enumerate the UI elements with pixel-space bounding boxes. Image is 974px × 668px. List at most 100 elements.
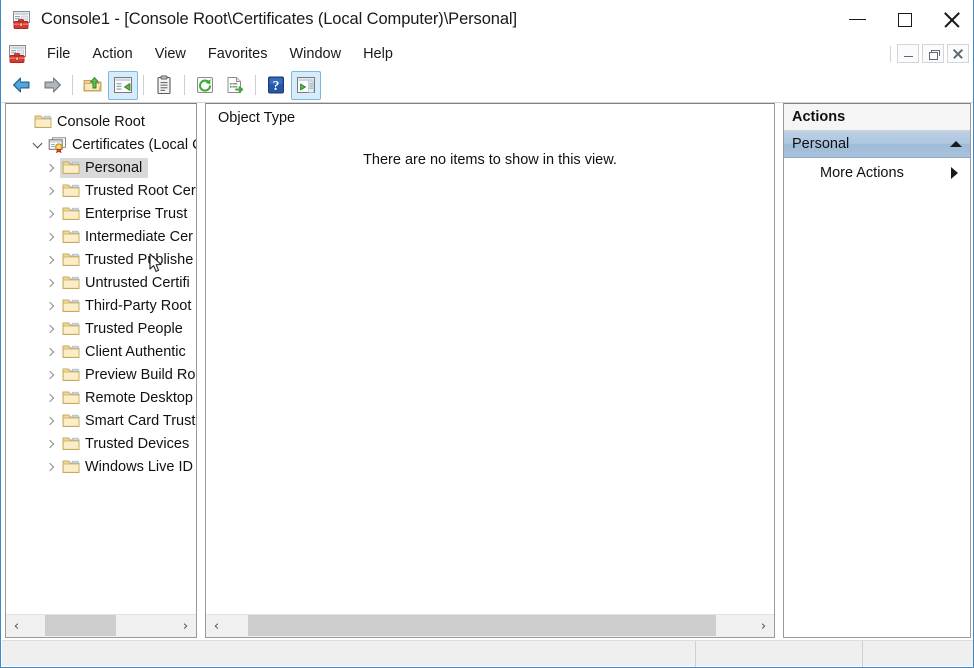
export-list-button[interactable]	[220, 71, 250, 100]
forward-button[interactable]	[37, 71, 67, 100]
menu-favorites[interactable]: Favorites	[197, 44, 279, 64]
chevron-right-icon	[951, 167, 958, 179]
help-button[interactable]: ?	[261, 71, 291, 100]
chevron-right-icon[interactable]	[42, 432, 60, 455]
menu-view[interactable]: View	[144, 44, 197, 64]
tree-scroll-track[interactable]	[27, 615, 175, 637]
chevron-right-icon[interactable]	[42, 248, 60, 271]
tree-node-trusted-root-cer[interactable]: Trusted Root Cer	[6, 179, 196, 202]
title-bar: Console1 - [Console Root\Certificates (L…	[1, 0, 974, 40]
tree-node-windows-live-id[interactable]: Windows Live ID	[6, 455, 196, 478]
mdi-restore-button[interactable]	[922, 44, 944, 63]
properties-button[interactable]	[149, 71, 179, 100]
show-action-pane-button[interactable]	[291, 71, 321, 100]
chevron-right-icon[interactable]	[42, 271, 60, 294]
tree-scroll-left-arrow[interactable]: ‹	[6, 615, 27, 637]
chevron-up-icon[interactable]	[950, 141, 962, 147]
window-controls	[834, 0, 974, 40]
chevron-right-icon[interactable]	[42, 294, 60, 317]
tree-node-label: Trusted Root Cer	[85, 183, 196, 199]
client-area: Console RootCertificates (Local C Persona…	[1, 103, 974, 668]
tree-node-preview-build-ro[interactable]: Preview Build Ro	[6, 363, 196, 386]
tree-node-content: Trusted Root Cer	[60, 181, 196, 201]
tree-node-remote-desktop[interactable]: Remote Desktop	[6, 386, 196, 409]
back-button[interactable]	[7, 71, 37, 100]
status-segment-1	[2, 641, 696, 667]
results-scroll-right-arrow[interactable]: ›	[753, 615, 774, 637]
minimize-button[interactable]	[834, 0, 881, 40]
tree-node-content: Console Root	[32, 112, 151, 132]
tree-scroll-thumb[interactable]	[45, 615, 116, 636]
tree-node-label: Trusted Devices	[85, 436, 189, 452]
tree-node-client-authentic[interactable]: Client Authentic	[6, 340, 196, 363]
menu-action[interactable]: Action	[81, 44, 143, 64]
chevron-right-icon[interactable]	[42, 202, 60, 225]
tree-expander-spacer	[14, 110, 32, 133]
column-header-object-type[interactable]: Object Type	[206, 104, 295, 132]
chevron-right-icon[interactable]	[42, 340, 60, 363]
tree-node-smart-card-trust[interactable]: Smart Card Trust	[6, 409, 196, 432]
chevron-right-icon[interactable]	[42, 317, 60, 340]
chevron-down-icon[interactable]	[28, 133, 46, 156]
tree-node-certificates-local-c[interactable]: Certificates (Local C	[6, 133, 196, 156]
console-tree[interactable]: Console RootCertificates (Local C Persona…	[6, 104, 196, 615]
tree-horizontal-scrollbar[interactable]: ‹ ›	[6, 614, 196, 637]
mdi-minimize-button[interactable]	[897, 44, 919, 63]
tree-node-trusted-people[interactable]: Trusted People	[6, 317, 196, 340]
tree-node-third-party-root[interactable]: Third-Party Root	[6, 294, 196, 317]
action-group-personal[interactable]: Personal	[784, 131, 970, 158]
tree-node-label: Personal	[85, 160, 142, 176]
mmc-console-icon	[8, 44, 28, 64]
up-one-level-button[interactable]	[78, 71, 108, 100]
mdi-close-button[interactable]	[947, 44, 969, 63]
mmc-console-icon	[12, 10, 32, 30]
toolbar: ?	[1, 68, 974, 103]
folder-icon	[62, 436, 80, 451]
chevron-right-icon[interactable]	[42, 409, 60, 432]
tree-node-intermediate-cer[interactable]: Intermediate Cer	[6, 225, 196, 248]
results-horizontal-scrollbar[interactable]: ‹ ›	[206, 614, 774, 637]
folder-icon	[62, 252, 80, 267]
maximize-button[interactable]	[881, 0, 928, 40]
toolbar-separator-4	[255, 75, 256, 95]
tree-node-content: Preview Build Ro	[60, 365, 196, 385]
chevron-right-icon[interactable]	[42, 386, 60, 409]
close-button[interactable]	[928, 0, 974, 40]
results-scroll-track[interactable]	[227, 615, 753, 637]
chevron-right-icon[interactable]	[42, 225, 60, 248]
tree-node-content: Smart Card Trust	[60, 411, 196, 431]
tree-node-label: Trusted People	[85, 321, 183, 337]
menu-bar: File Action View Favorites Window Help	[1, 40, 974, 68]
tree-node-trusted-publishe[interactable]: Trusted Publishe	[6, 248, 196, 271]
tree-scroll-right-arrow[interactable]: ›	[175, 615, 196, 637]
chevron-right-icon[interactable]	[42, 156, 60, 179]
chevron-right-icon[interactable]	[42, 363, 60, 386]
tree-node-content: Enterprise Trust	[60, 204, 193, 224]
action-more-actions-label: More Actions	[820, 165, 951, 181]
tree-node-content: Windows Live ID	[60, 457, 196, 477]
actions-pane-header: Actions	[784, 104, 970, 131]
menu-help[interactable]: Help	[352, 44, 404, 64]
chevron-right-icon[interactable]	[42, 455, 60, 478]
status-bar	[2, 640, 973, 666]
results-scroll-thumb[interactable]	[248, 615, 716, 636]
tree-node-console-root[interactable]: Console Root	[6, 110, 196, 133]
tree-node-label: Preview Build Ro	[85, 367, 195, 383]
chevron-right-icon[interactable]	[42, 179, 60, 202]
toolbar-separator-3	[184, 75, 185, 95]
action-more-actions[interactable]: More Actions	[784, 158, 970, 188]
results-column-header: Object Type	[206, 104, 774, 132]
refresh-button[interactable]	[190, 71, 220, 100]
status-segment-2	[696, 641, 863, 667]
menu-file[interactable]: File	[36, 44, 81, 64]
tree-node-content: Remote Desktop	[60, 388, 196, 408]
menu-window[interactable]: Window	[279, 44, 353, 64]
tree-node-trusted-devices[interactable]: Trusted Devices	[6, 432, 196, 455]
tree-node-personal[interactable]: Personal	[6, 156, 196, 179]
tree-node-label: Windows Live ID	[85, 459, 193, 475]
results-scroll-left-arrow[interactable]: ‹	[206, 615, 227, 637]
show-hide-tree-button[interactable]	[108, 71, 138, 100]
tree-node-untrusted-certifi[interactable]: Untrusted Certifi	[6, 271, 196, 294]
tree-node-enterprise-trust[interactable]: Enterprise Trust	[6, 202, 196, 225]
folder-icon	[62, 298, 80, 313]
